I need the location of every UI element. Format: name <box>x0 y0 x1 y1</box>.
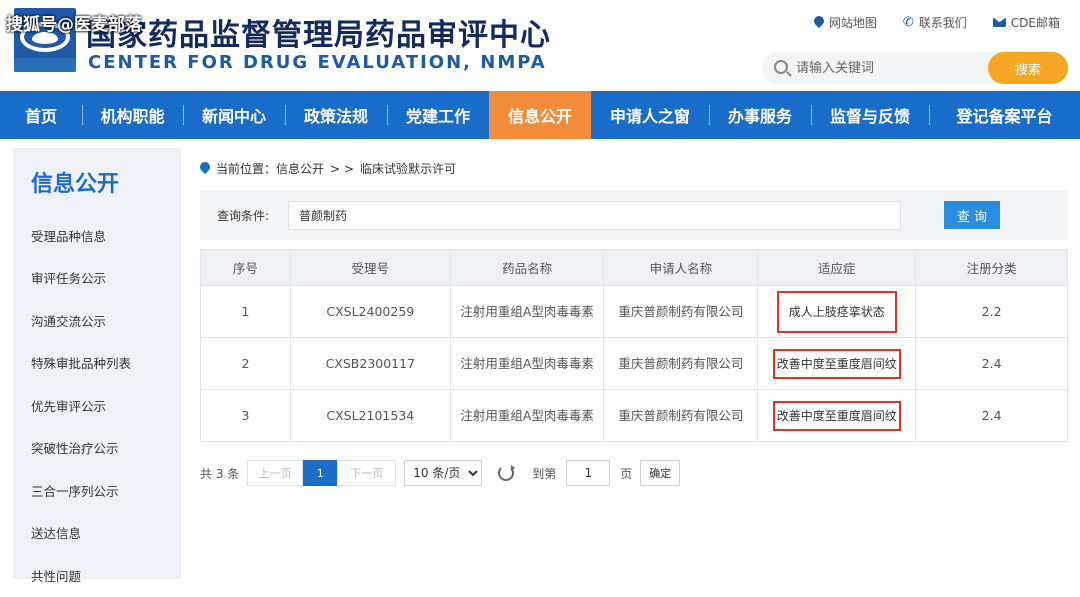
nav-applicant[interactable]: 申请人之窗 <box>591 91 709 139</box>
nav-functions[interactable]: 机构职能 <box>82 91 183 139</box>
col-category: 注册分类 <box>915 249 1068 286</box>
sidebar-item-special-approval[interactable]: 特殊审批品种列表 <box>31 342 131 385</box>
cell-accept-no: CXSL2101534 <box>289 389 451 442</box>
query-input[interactable] <box>288 201 901 230</box>
pagination: 共 3 条 上一页 1 下一页 10 条/页 到第 页 确定 <box>200 460 681 486</box>
cell-no: 3 <box>200 389 291 442</box>
query-label: 查询条件: <box>217 209 270 223</box>
col-indication: 适应症 <box>757 249 917 286</box>
contact-label: 联系我们 <box>918 16 967 30</box>
col-drug-name: 药品名称 <box>449 249 605 286</box>
site-header: 国家药品监督管理局药品审评中心 CENTER FOR DRUG EVALUATI… <box>0 0 1080 91</box>
goto-page-input[interactable] <box>566 460 611 486</box>
main-nav: 首页 机构职能 新闻中心 政策法规 党建工作 信息公开 申请人之窗 办事服务 监… <box>0 91 1080 139</box>
sidebar-item-three-in-one[interactable]: 三合一序列公示 <box>31 469 131 512</box>
cell-indication: 改善中度至重度眉间纹 <box>757 337 917 390</box>
sidebar-item-priority[interactable]: 优先审评公示 <box>31 384 131 427</box>
sidebar-title: 信息公开 <box>31 172 120 197</box>
sidebar-item-communication[interactable]: 沟通交流公示 <box>31 299 131 342</box>
next-page-button[interactable]: 下一页 <box>337 460 397 486</box>
col-accept-no: 受理号 <box>289 249 451 286</box>
cell-applicant: 重庆普颜制药有限公司 <box>603 389 759 442</box>
sidebar-item-accepted[interactable]: 受理品种信息 <box>31 214 131 257</box>
sidebar-item-breakthrough[interactable]: 突破性治疗公示 <box>31 427 131 470</box>
phone-icon: ✆ <box>902 15 914 30</box>
indication-highlight: 改善中度至重度眉间纹 <box>772 400 901 431</box>
cell-applicant: 重庆普颜制药有限公司 <box>603 337 759 390</box>
mail-icon <box>992 18 1006 27</box>
col-applicant: 申请人名称 <box>603 249 759 286</box>
site-search: 搜索 <box>762 52 1068 84</box>
nav-services[interactable]: 办事服务 <box>709 91 811 139</box>
prev-page-button[interactable]: 上一页 <box>247 460 304 486</box>
goto-label: 到第 <box>532 466 557 481</box>
breadcrumb-separator: > > <box>330 161 354 176</box>
page-1-button[interactable]: 1 <box>303 460 338 486</box>
nav-home[interactable]: 首页 <box>0 91 82 139</box>
cell-indication: 成人上肢痉挛状态 <box>757 285 917 338</box>
indication-highlight: 改善中度至重度眉间纹 <box>772 348 901 379</box>
cell-no: 1 <box>200 285 291 338</box>
nav-policy[interactable]: 政策法规 <box>285 91 387 139</box>
cell-accept-no: CXSB2300117 <box>289 337 451 390</box>
sidebar-item-common-issues[interactable]: 共性问题 <box>31 554 131 597</box>
map-pin-icon <box>814 16 824 29</box>
cell-accept-no: CXSL2400259 <box>289 285 451 338</box>
table-row[interactable]: 1 CXSL2400259 注射用重组A型肉毒毒素 重庆普颜制药有限公司 成人上… <box>200 285 1068 338</box>
col-no: 序号 <box>200 249 291 286</box>
cell-category: 2.2 <box>915 285 1068 338</box>
cell-category: 2.4 <box>915 337 1068 390</box>
table-row[interactable]: 2 CXSB2300117 注射用重组A型肉毒毒素 重庆普颜制药有限公司 改善中… <box>200 337 1068 390</box>
table-row[interactable]: 3 CXSL2101534 注射用重组A型肉毒毒素 重庆普颜制药有限公司 改善中… <box>200 389 1068 442</box>
results-table: 序号 受理号 药品名称 申请人名称 适应症 注册分类 1 CXSL2400259… <box>200 249 1068 442</box>
top-links: 网站地图 ✆ 联系我们 CDE邮箱 <box>814 14 1060 31</box>
cell-drug-name: 注射用重组A型肉毒毒素 <box>449 285 605 338</box>
goto-confirm-button[interactable]: 确定 <box>640 460 681 486</box>
breadcrumb-current: 临床试验默示许可 <box>359 162 456 176</box>
sitemap-label: 网站地图 <box>828 16 877 30</box>
sidebar-item-delivery[interactable]: 送达信息 <box>31 512 131 555</box>
sidebar-list: 受理品种信息 审评任务公示 沟通交流公示 特殊审批品种列表 优先审评公示 突破性… <box>31 214 131 597</box>
sidebar-item-review-tasks[interactable]: 审评任务公示 <box>31 257 131 300</box>
search-icon <box>774 60 788 74</box>
nav-news[interactable]: 新闻中心 <box>183 91 285 139</box>
indication-highlight: 成人上肢痉挛状态 <box>776 290 897 333</box>
cell-indication: 改善中度至重度眉间纹 <box>757 389 917 442</box>
contact-link[interactable]: ✆ 联系我们 <box>903 14 967 31</box>
nav-party[interactable]: 党建工作 <box>387 91 489 139</box>
cde-mail-label: CDE邮箱 <box>1010 16 1060 30</box>
site-title-cn: 国家药品监督管理局药品审评中心 <box>86 18 551 53</box>
sitemap-link[interactable]: 网站地图 <box>814 14 877 31</box>
table-header-row: 序号 受理号 药品名称 申请人名称 适应症 注册分类 <box>200 249 1068 286</box>
site-search-input[interactable] <box>796 56 976 80</box>
location-pin-icon <box>200 162 210 175</box>
page-unit-label: 页 <box>620 466 633 481</box>
breadcrumb-label[interactable]: 当前位置：信息公开 <box>216 160 324 177</box>
nav-info-public[interactable]: 信息公开 <box>489 91 591 139</box>
cell-drug-name: 注射用重组A型肉毒毒素 <box>449 337 605 390</box>
page-size-select[interactable]: 10 条/页 <box>404 460 483 486</box>
breadcrumb: 当前位置：信息公开 > > 临床试验默示许可 <box>200 160 456 177</box>
sidebar: 信息公开 受理品种信息 审评任务公示 沟通交流公示 特殊审批品种列表 优先审评公… <box>13 148 181 584</box>
refresh-icon[interactable] <box>498 465 516 481</box>
site-title-en: CENTER FOR DRUG EVALUATION, NMPA <box>88 52 547 73</box>
cell-drug-name: 注射用重组A型肉毒毒素 <box>449 389 605 442</box>
total-count: 共 3 条 <box>200 466 240 481</box>
nav-feedback[interactable]: 监督与反馈 <box>811 91 929 139</box>
site-search-button[interactable]: 搜索 <box>988 52 1068 84</box>
nav-registration[interactable]: 登记备案平台 <box>929 91 1080 139</box>
cell-category: 2.4 <box>915 389 1068 442</box>
cell-no: 2 <box>200 337 291 390</box>
query-button[interactable]: 查 询 <box>944 201 1000 229</box>
logo-base <box>14 58 76 72</box>
cell-applicant: 重庆普颜制药有限公司 <box>603 285 759 338</box>
cde-mail-link[interactable]: CDE邮箱 <box>992 14 1060 31</box>
watermark: 搜狐号@医麦部落 <box>6 15 142 35</box>
query-bar: 查询条件: 查 询 <box>200 190 1068 240</box>
